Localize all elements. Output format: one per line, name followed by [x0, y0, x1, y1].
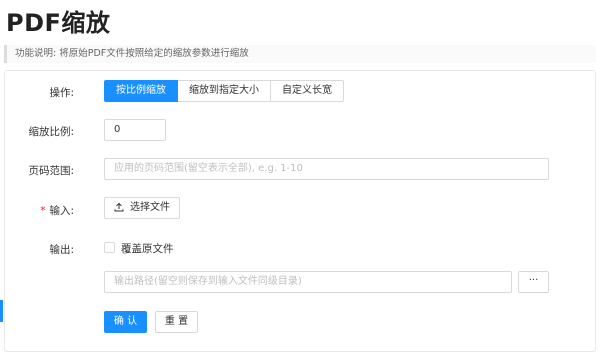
required-mark: *	[40, 205, 46, 217]
confirm-button[interactable]: 确 认	[104, 311, 147, 333]
select-file-button[interactable]: 选择文件	[104, 197, 180, 219]
select-file-label: 选择文件	[130, 202, 170, 213]
output-label: 输出:	[49, 244, 74, 256]
page-title: PDF缩放	[6, 9, 111, 37]
upload-icon	[114, 202, 124, 212]
overwrite-checkbox[interactable]	[104, 242, 115, 253]
input-label-text: 输入:	[49, 205, 74, 217]
operation-option-fit-size[interactable]: 缩放到指定大小	[177, 80, 271, 102]
operation-label: 操作:	[49, 87, 74, 99]
scale-input[interactable]: 0	[104, 119, 166, 141]
overwrite-label: 覆盖原文件	[121, 243, 174, 255]
output-path-input[interactable]: 输出路径(留空则保存到输入文件同级目录)	[104, 271, 512, 293]
page-range-label: 页码范围:	[28, 165, 74, 177]
form-panel	[4, 70, 596, 352]
browse-output-button[interactable]: ···	[518, 271, 549, 293]
operation-segmented-control: 按比例缩放 缩放到指定大小 自定义长宽	[104, 80, 344, 102]
side-accent-bar	[0, 300, 3, 322]
reset-button[interactable]: 重 置	[155, 311, 198, 333]
input-label: * 输入:	[4, 203, 74, 218]
page-range-input[interactable]: 应用的页码范围(留空表示全部), e.g. 1-10	[104, 158, 549, 180]
operation-option-custom-dimensions[interactable]: 自定义长宽	[270, 80, 344, 102]
operation-option-scale-ratio[interactable]: 按比例缩放	[104, 80, 178, 102]
page-description: 功能说明: 将原始PDF文件按照给定的缩放参数进行缩放	[4, 45, 596, 63]
scale-label: 缩放比例:	[28, 126, 74, 138]
